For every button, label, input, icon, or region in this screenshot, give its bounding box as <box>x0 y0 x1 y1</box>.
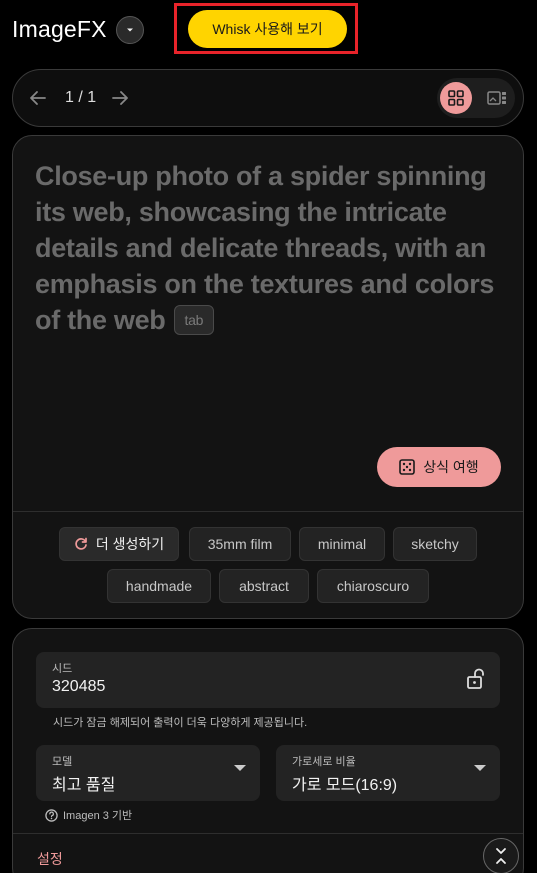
help-icon[interactable] <box>45 808 58 822</box>
seed-field[interactable]: 시드 320485 <box>36 652 500 708</box>
imagen-note-text: Imagen 3 기반 <box>63 810 133 822</box>
seed-value: 320485 <box>52 678 106 695</box>
caret-down-icon <box>234 765 246 771</box>
model-value: 최고 품질 <box>52 777 116 794</box>
divider <box>13 833 523 834</box>
regenerate-label: 더 생성하기 <box>95 536 165 552</box>
page-count: 1 / 1 <box>65 89 97 106</box>
dice-icon <box>399 459 416 475</box>
caret-down-icon <box>474 765 486 771</box>
unlock-icon[interactable] <box>466 668 486 690</box>
chip-handmade[interactable]: handmade <box>107 569 211 603</box>
prompt-text: Close-up photo of a spider spinning its … <box>35 161 495 335</box>
tab-hint: tab <box>173 305 215 335</box>
chip-chiaroscuro[interactable]: chiaroscuro <box>317 569 429 603</box>
divider <box>13 511 523 512</box>
arrow-left-icon[interactable] <box>27 87 49 109</box>
top-bar: ImageFX Whisk 사용해 보기 <box>0 0 537 62</box>
single-view-icon <box>487 91 506 105</box>
collapse-icon <box>496 848 506 864</box>
app-logo[interactable]: ImageFX <box>12 16 107 43</box>
prompt-card: Close-up photo of a spider spinning its … <box>12 135 524 619</box>
chip-35mm-film[interactable]: 35mm film <box>189 527 291 561</box>
regenerate-button[interactable]: 더 생성하기 <box>59 527 179 561</box>
seed-note: 시드가 잠금 해제되어 출력이 더욱 다양하게 제공됩니다. <box>53 717 308 729</box>
image-pager: 1 / 1 <box>12 69 524 127</box>
chevron-down-icon <box>127 28 133 32</box>
seed-label: 시드 <box>52 663 73 675</box>
trip-button-label: 상식 여행 <box>423 459 479 475</box>
trip-button[interactable]: 상식 여행 <box>377 447 501 487</box>
aspect-ratio-select[interactable]: 가로세로 비율 가로 모드(16:9) <box>276 745 500 801</box>
arrow-right-icon[interactable] <box>109 87 131 109</box>
ratio-value: 가로 모드(16:9) <box>292 777 398 794</box>
settings-label[interactable]: 설정 <box>37 849 63 869</box>
prompt-input[interactable]: Close-up photo of a spider spinning its … <box>35 158 505 338</box>
chip-minimal[interactable]: minimal <box>299 527 385 561</box>
view-toggle <box>437 78 515 118</box>
model-select[interactable]: 모델 최고 품질 <box>36 745 260 801</box>
settings-card: 시드 320485 시드가 잠금 해제되어 출력이 더욱 다양하게 제공됩니다.… <box>12 628 524 873</box>
model-label: 모델 <box>52 756 73 768</box>
chip-abstract[interactable]: abstract <box>219 569 309 603</box>
ratio-label: 가로세로 비율 <box>292 756 356 768</box>
collapse-button[interactable] <box>483 838 519 873</box>
whisk-try-button[interactable]: Whisk 사용해 보기 <box>188 10 347 48</box>
imagen-note: Imagen 3 기반 <box>45 807 132 823</box>
grid-view-icon <box>448 90 464 106</box>
chip-sketchy[interactable]: sketchy <box>393 527 477 561</box>
single-view-button[interactable] <box>485 86 509 110</box>
refresh-icon <box>75 537 87 550</box>
app-menu-button[interactable] <box>116 16 144 44</box>
grid-view-button[interactable] <box>440 82 472 114</box>
